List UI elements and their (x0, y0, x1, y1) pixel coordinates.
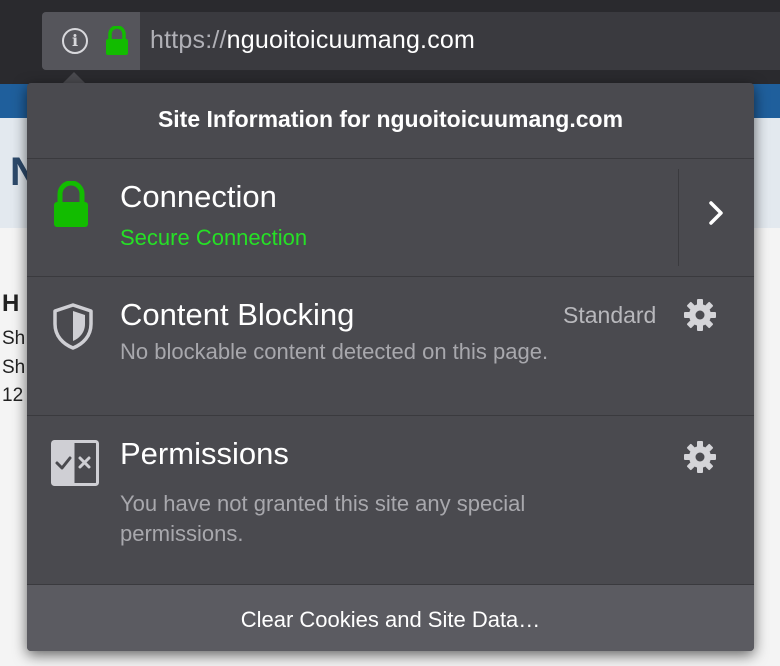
permissions-section: Permissions You have not granted this si… (27, 416, 754, 582)
content-blocking-title: Content Blocking (120, 297, 355, 332)
permissions-icon (51, 440, 99, 486)
content-blocking-description: No blockable content detected on this pa… (120, 339, 549, 364)
permissions-title: Permissions (120, 436, 289, 471)
browser-toolbar: i https://nguoitoicuumang.com (0, 0, 780, 84)
url-text[interactable]: https://nguoitoicuumang.com (150, 26, 475, 55)
clear-cookies-button[interactable]: Clear Cookies and Site Data… (27, 584, 754, 651)
info-icon[interactable]: i (62, 28, 88, 54)
page-fragment: H (2, 290, 20, 317)
content-blocking-section: Content Blocking Standard No blockable c… (27, 277, 754, 416)
page-fragment: Sh (2, 328, 26, 349)
permissions-description: You have not granted this site any speci… (120, 491, 526, 546)
site-identity-button[interactable]: i (42, 12, 140, 70)
page-fragment: 12 (2, 385, 24, 406)
url-scheme: https:// (150, 26, 227, 54)
lock-icon (54, 181, 88, 227)
chevron-right-icon[interactable] (707, 199, 725, 227)
connection-title: Connection (120, 179, 277, 214)
page-fragment: Sh (2, 357, 26, 378)
gear-icon[interactable] (683, 440, 717, 474)
url-host: nguoitoicuumang.com (226, 26, 476, 54)
url-bar[interactable]: i https://nguoitoicuumang.com (42, 12, 780, 70)
site-information-panel: Site Information for nguoitoicuumang.com… (27, 83, 754, 651)
connection-section[interactable]: Connection Secure Connection (27, 159, 754, 277)
content-blocking-level[interactable]: Standard (563, 302, 656, 329)
lock-icon (106, 26, 128, 55)
divider (678, 169, 679, 266)
connection-status: Secure Connection (120, 225, 308, 250)
panel-title: Site Information for nguoitoicuumang.com (27, 83, 754, 159)
gear-icon[interactable] (683, 298, 717, 332)
shield-icon (53, 303, 93, 350)
